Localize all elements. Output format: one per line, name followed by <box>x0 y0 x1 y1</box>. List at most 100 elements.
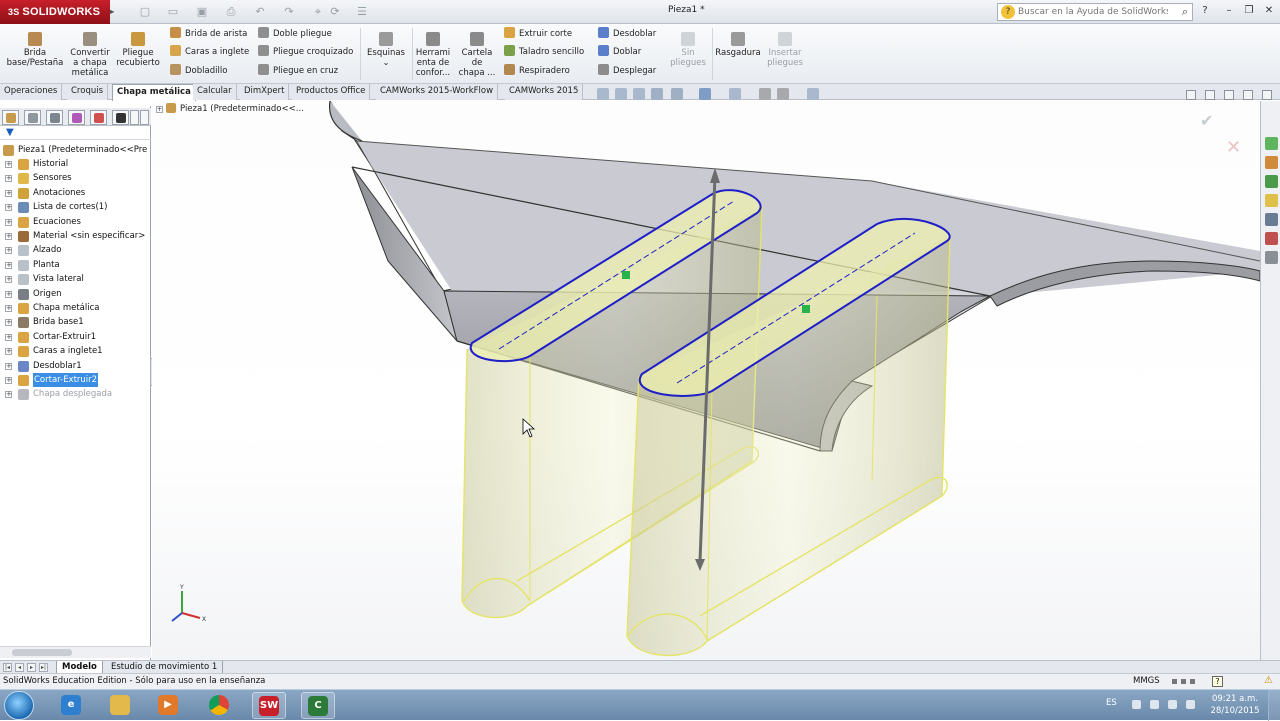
file-explorer-icon[interactable] <box>1265 175 1278 188</box>
insert-bends-button[interactable]: Insertar pliegues <box>762 32 808 68</box>
expand-toggle-icon[interactable]: + <box>5 261 12 269</box>
menu-arrow-icon[interactable]: ▸ <box>110 4 118 20</box>
design-library-icon[interactable] <box>1265 156 1278 169</box>
tree-item[interactable]: + Planta <box>0 258 151 272</box>
expand-toggle-icon[interactable]: + <box>5 218 12 226</box>
tree-item[interactable]: + Brida base1 <box>0 315 151 329</box>
search-tab-icon[interactable] <box>1265 194 1278 207</box>
tree-item[interactable]: + Sensores <box>0 171 151 185</box>
expand-toggle-icon[interactable]: + <box>5 247 12 255</box>
tree-item[interactable]: + Caras a inglete1 <box>0 344 151 358</box>
tab-productos-office[interactable]: Productos Office <box>292 84 371 100</box>
tray-network-icon[interactable] <box>1150 700 1159 709</box>
propertymanager-tab[interactable] <box>24 110 41 125</box>
base-flange-button[interactable]: Brida base/Pestaña <box>6 32 64 68</box>
expand-toggle-icon[interactable]: + <box>5 233 12 240</box>
viewport-restore-icon[interactable] <box>1224 90 1234 100</box>
tree-item[interactable]: + Historial <box>0 157 151 171</box>
tab-camworks-workflow[interactable]: CAMWorks 2015-WorkFlow <box>376 84 499 100</box>
expand-toggle-icon[interactable]: + <box>5 305 12 312</box>
edit-appearance-icon[interactable] <box>759 88 771 100</box>
taskbar-solidworks[interactable]: SW <box>252 692 286 719</box>
hem-button[interactable]: Dobladillo <box>170 64 227 78</box>
tray-action-center-icon[interactable] <box>1168 700 1177 709</box>
search-icon[interactable]: ⌕ <box>1182 5 1188 19</box>
tree-item[interactable]: + Material <sin especificar> <box>0 229 151 243</box>
taskbar-media-player[interactable]: ▶ <box>151 692 185 719</box>
close-button[interactable]: ✕ <box>1262 4 1276 18</box>
tree-filter[interactable]: ▼ <box>0 126 151 140</box>
unfold-button[interactable]: Desdoblar <box>598 27 656 41</box>
tree-item[interactable]: + Ecuaciones <box>0 215 151 229</box>
print-icon[interactable]: ⎙ <box>224 5 238 19</box>
flatten-button[interactable]: Desplegar <box>598 64 656 78</box>
dimxpertmanager-tab[interactable] <box>68 110 85 125</box>
section-view-icon[interactable] <box>651 88 663 100</box>
taskbar-file-explorer[interactable] <box>103 692 137 719</box>
tree-item[interactable]: + Cortar-Extruir1 <box>0 330 151 344</box>
view-settings-icon[interactable] <box>807 88 819 100</box>
extruded-cut-button[interactable]: Extruir corte <box>504 27 572 41</box>
jog-button[interactable]: Doble pliegue <box>258 27 332 41</box>
vent-button[interactable]: Respiradero <box>504 64 570 78</box>
edge-flange-button[interactable]: Brida de arista <box>170 27 247 41</box>
custom-properties-icon[interactable] <box>1265 251 1278 264</box>
expand-toggle-icon[interactable]: + <box>5 348 12 356</box>
last-tab-arrow-icon[interactable]: ▸| <box>39 663 48 672</box>
new-document-icon[interactable]: ▢ <box>138 5 152 19</box>
viewport-split-icon[interactable] <box>1186 90 1196 100</box>
featuremanager-tab[interactable] <box>2 110 19 125</box>
solidworks-resources-icon[interactable] <box>1265 137 1278 150</box>
previous-view-icon[interactable] <box>633 88 645 100</box>
forming-tool-button[interactable]: Herrami enta de confor... <box>414 32 452 78</box>
tree-item[interactable]: + Lista de cortes(1) <box>0 200 151 214</box>
rebuild-warning-icon[interactable]: ⚠ <box>1264 675 1276 687</box>
quick-tips-icon[interactable]: ? <box>1212 676 1223 687</box>
tab-chapa-metalica[interactable]: Chapa metálica <box>112 84 196 101</box>
display-style-icon[interactable] <box>699 88 711 100</box>
undo-icon[interactable]: ↶ <box>253 5 267 19</box>
rip-button[interactable]: Rasgadura <box>714 32 762 58</box>
minimize-button[interactable]: – <box>1222 4 1236 18</box>
restore-button[interactable]: ❐ <box>1242 4 1256 18</box>
miter-flange-button[interactable]: Caras a inglete <box>170 45 249 59</box>
viewport-close-icon[interactable] <box>1262 90 1272 100</box>
confirm-cancel-icon[interactable]: ✕ <box>1226 137 1241 158</box>
unit-system-selector[interactable]: MMGS <box>1133 674 1160 689</box>
corners-dropdown-icon[interactable]: ⌄ <box>382 58 389 68</box>
tab-dimxpert[interactable]: DimXpert <box>240 84 290 100</box>
graphics-area[interactable]: ✔ ✕ Y X + Pieza1 (Predeterminado<<... <box>152 101 1260 660</box>
help-menu-icon[interactable]: ? <box>1198 4 1212 18</box>
view-palette-icon[interactable] <box>1265 213 1278 226</box>
tree-item[interactable]: + Vista lateral <box>0 272 151 286</box>
tree-item[interactable]: + Chapa metálica <box>0 301 151 315</box>
zoom-area-icon[interactable] <box>615 88 627 100</box>
tree-item[interactable]: + Alzado <box>0 243 151 257</box>
viewport-minimize-icon[interactable] <box>1205 90 1215 100</box>
tab-calcular[interactable]: Calcular <box>193 84 237 100</box>
taskbar-camtasia[interactable]: C <box>301 692 335 719</box>
show-desktop-button[interactable] <box>1268 690 1280 721</box>
open-document-icon[interactable]: ▭ <box>166 5 180 19</box>
help-search[interactable]: ? ⌕ <box>997 3 1193 21</box>
tree-item[interactable]: + Cortar-Extruir2 <box>0 373 151 387</box>
rebuild-icon[interactable]: ⟳ <box>328 5 342 19</box>
simple-hole-button[interactable]: Taladro sencillo <box>504 45 584 59</box>
expand-toggle-icon[interactable]: + <box>5 204 12 212</box>
redo-icon[interactable]: ↷ <box>282 5 296 19</box>
tree-item[interactable]: + Anotaciones <box>0 186 151 200</box>
gusset-button[interactable]: Cartela de chapa ... <box>457 32 497 78</box>
prev-tab-arrow-icon[interactable]: ◂ <box>15 663 24 672</box>
corners-button[interactable]: Esquinas ⌄ <box>364 32 408 68</box>
next-tab-arrow-icon[interactable]: ▸ <box>27 663 36 672</box>
configurationmanager-tab[interactable] <box>46 110 63 125</box>
filter-icon[interactable]: ▼ <box>6 127 14 138</box>
tree-item[interactable]: + Origen <box>0 287 151 301</box>
language-indicator[interactable]: ES <box>1106 698 1117 708</box>
fold-button[interactable]: Doblar <box>598 45 641 59</box>
expand-toggle-icon[interactable]: + <box>5 333 12 341</box>
convert-sheet-metal-button[interactable]: Convertir a chapa metálica <box>66 32 114 78</box>
status-indicators-icon[interactable] <box>1172 679 1196 685</box>
no-bends-button[interactable]: Sin pliegues <box>666 32 710 68</box>
tray-volume-icon[interactable] <box>1186 700 1195 709</box>
